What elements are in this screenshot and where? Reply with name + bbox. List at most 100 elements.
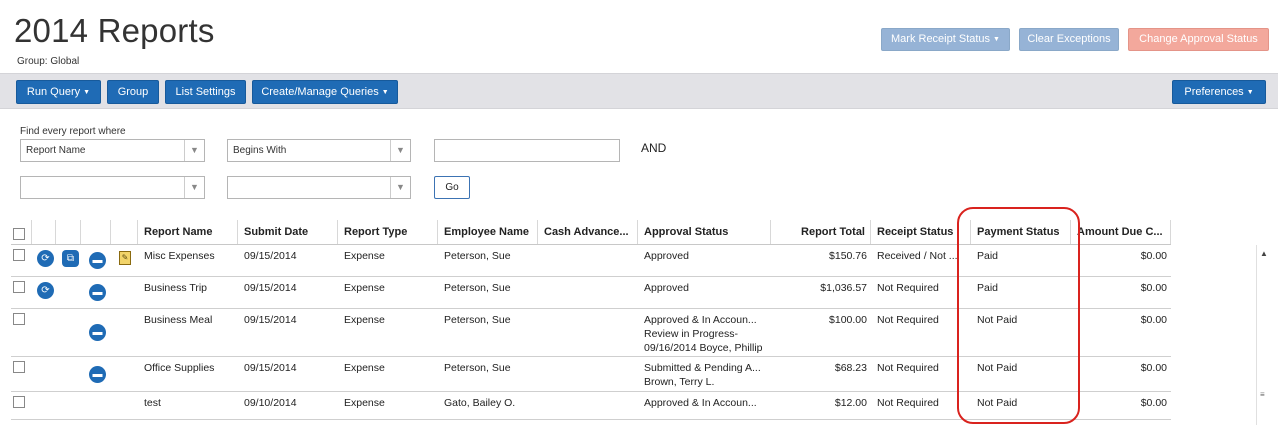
column-header-receipt-status[interactable]: Receipt Status (871, 220, 971, 245)
column-header-report-type[interactable]: Report Type (338, 220, 438, 245)
receipt-status: Received / Not ... (877, 250, 958, 262)
approval-status-line: Brown, Terry L. (644, 376, 715, 388)
column-header-report-total[interactable]: Report Total (771, 220, 871, 245)
report-name[interactable]: Business Meal (144, 312, 212, 328)
chevron-down-icon: ▼ (184, 177, 204, 198)
report-total: $100.00 (829, 314, 867, 326)
submit-date: 09/15/2014 (244, 314, 297, 326)
report-total: $12.00 (834, 397, 867, 409)
row-checkbox[interactable] (13, 281, 25, 293)
row-checkbox[interactable] (13, 361, 25, 373)
employee-name: Gato, Bailey O. (444, 397, 516, 409)
receipt-status: Not Required (877, 362, 939, 374)
column-header-icon-1 (32, 220, 56, 245)
caret-down-icon: ▼ (993, 36, 1000, 43)
report-total: $68.23 (834, 362, 867, 374)
approval-status-line: 09/16/2014 Boyce, Phillip (644, 342, 763, 354)
column-header-approval-status[interactable]: Approval Status (638, 220, 771, 245)
operator-select-2[interactable]: ▼ (227, 176, 411, 199)
column-header-submit-date[interactable]: Submit Date (238, 220, 338, 245)
column-header-icon-2 (56, 220, 81, 245)
receipt-status: Not Required (877, 282, 939, 294)
employee-name: Peterson, Sue (444, 314, 511, 326)
operator-select[interactable]: Begins With ▼ (227, 139, 411, 162)
preferences-label: Preferences (1184, 86, 1244, 98)
group-button[interactable]: Group (107, 80, 159, 104)
employee-name: Peterson, Sue (444, 250, 511, 262)
employee-name: Peterson, Sue (444, 362, 511, 374)
field-select-value: Report Name (26, 145, 86, 156)
row-checkbox[interactable] (13, 313, 25, 325)
mark-receipt-status-label: Mark Receipt Status (891, 33, 991, 45)
report-type: Expense (344, 314, 385, 326)
comment-icon[interactable]: ▬ (89, 252, 106, 269)
receipt-status: Not Required (877, 314, 939, 326)
list-settings-button[interactable]: List Settings (165, 80, 246, 104)
amount-due: $0.00 (1140, 362, 1167, 374)
submit-date: 09/15/2014 (244, 362, 297, 374)
payment-status-highlight (957, 207, 1080, 424)
report-name[interactable]: Business Trip (144, 280, 207, 296)
column-header-icon-3 (81, 220, 111, 245)
clear-exceptions-button[interactable]: Clear Exceptions (1019, 28, 1119, 51)
group-label: Group: Global (17, 56, 80, 67)
report-total: $1,036.57 (820, 282, 867, 294)
report-name[interactable]: Office Supplies (144, 360, 214, 376)
scroll-up-icon[interactable]: ▲ (1260, 249, 1268, 258)
run-query-button[interactable]: Run Query ▼ (16, 80, 101, 104)
page-title: 2014 Reports (14, 12, 215, 49)
comment-icon[interactable]: ▬ (89, 324, 106, 341)
refresh-icon[interactable]: ⟳ (37, 282, 54, 299)
approval-status-line: Approved (644, 250, 689, 262)
submit-date: 09/10/2014 (244, 397, 297, 409)
report-type: Expense (344, 397, 385, 409)
comment-icon[interactable]: ▬ (89, 366, 106, 383)
scroll-grip-icon[interactable]: ≡ (1260, 390, 1265, 399)
receipt-status: Not Required (877, 397, 939, 409)
column-header-amount-due[interactable]: Amount Due C... (1071, 220, 1171, 245)
row-checkbox[interactable] (13, 396, 25, 408)
operator-select-value: Begins With (233, 145, 287, 156)
row-checkbox[interactable] (13, 249, 25, 261)
find-label: Find every report where (20, 126, 126, 137)
create-manage-queries-button[interactable]: Create/Manage Queries ▼ (252, 80, 398, 104)
amount-due: $0.00 (1140, 282, 1167, 294)
amount-due: $0.00 (1140, 314, 1167, 326)
column-header-icon-4 (111, 220, 138, 245)
refresh-icon[interactable]: ⟳ (37, 250, 54, 267)
amount-due: $0.00 (1140, 250, 1167, 262)
copy-icon[interactable]: ⧉ (62, 250, 79, 267)
chevron-down-icon: ▼ (390, 140, 410, 161)
field-select-2[interactable]: ▼ (20, 176, 205, 199)
query-value-input[interactable] (434, 139, 620, 162)
approval-status-line: Approved & In Accoun... (644, 397, 757, 409)
caret-down-icon: ▼ (83, 89, 91, 96)
chevron-down-icon: ▼ (390, 177, 410, 198)
column-header-cash-advance[interactable]: Cash Advance... (538, 220, 638, 245)
column-header-report-name[interactable]: Report Name (138, 220, 238, 245)
caret-down-icon: ▼ (1246, 89, 1254, 96)
receipt-note-icon[interactable]: ✎ (119, 251, 131, 265)
column-header-employee-name[interactable]: Employee Name (438, 220, 538, 245)
run-query-label: Run Query (26, 86, 81, 98)
create-manage-queries-label: Create/Manage Queries (261, 86, 379, 98)
change-approval-status-button[interactable]: Change Approval Status (1128, 28, 1269, 51)
amount-due: $0.00 (1140, 397, 1167, 409)
report-type: Expense (344, 250, 385, 262)
chevron-down-icon: ▼ (184, 140, 204, 161)
mark-receipt-status-button[interactable]: Mark Receipt Status ▼ (881, 28, 1010, 51)
caret-down-icon: ▼ (381, 89, 389, 96)
vertical-scrollbar[interactable]: ▲ ≡ (1256, 245, 1270, 425)
submit-date: 09/15/2014 (244, 282, 297, 294)
employee-name: Peterson, Sue (444, 282, 511, 294)
go-button[interactable]: Go (434, 176, 470, 199)
comment-icon[interactable]: ▬ (89, 284, 106, 301)
report-type: Expense (344, 362, 385, 374)
report-type: Expense (344, 282, 385, 294)
submit-date: 09/15/2014 (244, 250, 297, 262)
report-name[interactable]: test (144, 395, 161, 411)
report-name[interactable]: Misc Expenses (144, 248, 215, 264)
field-select[interactable]: Report Name ▼ (20, 139, 205, 162)
preferences-button[interactable]: Preferences ▼ (1172, 80, 1266, 104)
report-total: $150.76 (829, 250, 867, 262)
